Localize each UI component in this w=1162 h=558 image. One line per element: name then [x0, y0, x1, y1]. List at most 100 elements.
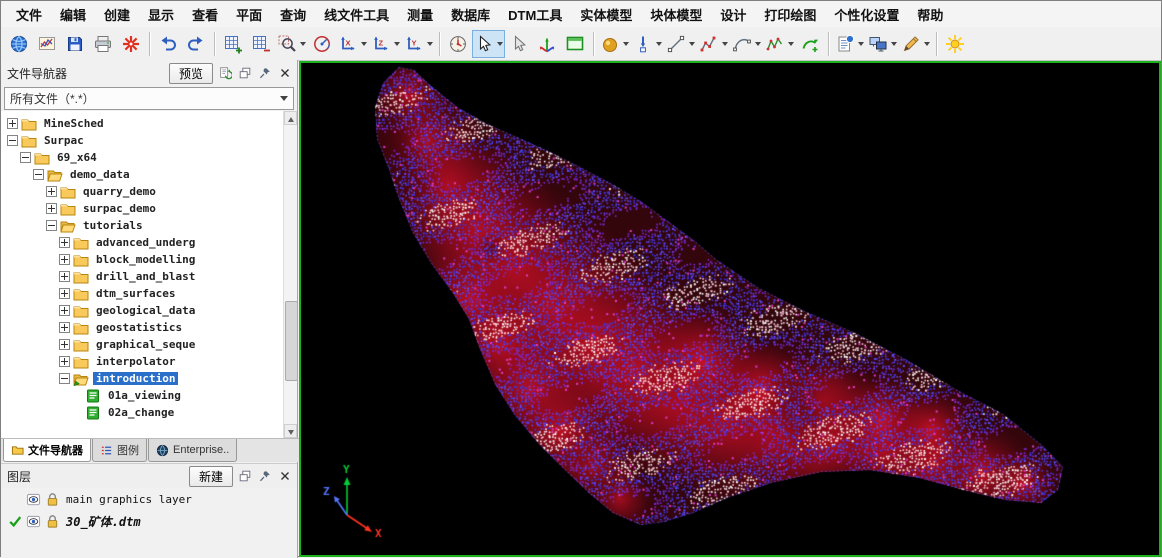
dropdown-arrow-icon[interactable]: [689, 42, 695, 46]
dropdown-arrow-icon[interactable]: [623, 42, 629, 46]
menu-item-database[interactable]: 数据库: [442, 1, 499, 28]
zoom-out-grid-button[interactable]: [247, 30, 275, 58]
dropdown-arrow-icon[interactable]: [891, 42, 897, 46]
zoom-magnifier-button[interactable]: [275, 30, 308, 58]
save-button[interactable]: [61, 30, 89, 58]
menu-item-create[interactable]: 创建: [95, 1, 139, 28]
menu-item-dtm-tools[interactable]: DTM工具: [499, 1, 571, 28]
visibility-eye-icon[interactable]: [26, 514, 41, 529]
collapse-icon[interactable]: [7, 135, 18, 146]
menu-item-block-model[interactable]: 块体模型: [641, 1, 711, 28]
pin-panel-icon[interactable]: [256, 65, 273, 82]
tree-item-surpac[interactable]: Surpac: [1, 132, 297, 149]
tree-item-block-modelling[interactable]: block_modelling: [1, 251, 297, 268]
rotate-view-button[interactable]: [308, 30, 336, 58]
zigzag-tool-button[interactable]: [763, 30, 796, 58]
ball-button[interactable]: [598, 30, 631, 58]
preview-button[interactable]: 预览: [169, 63, 213, 84]
tree-item-tutorials[interactable]: tutorials: [1, 217, 297, 234]
menu-item-inquire[interactable]: 查询: [271, 1, 315, 28]
tree-item-dtm-surfaces[interactable]: dtm_surfaces: [1, 285, 297, 302]
menu-item-plane[interactable]: 平面: [227, 1, 271, 28]
lock-icon[interactable]: [45, 514, 60, 529]
dropdown-arrow-icon[interactable]: [788, 42, 794, 46]
dropdown-arrow-icon[interactable]: [858, 42, 864, 46]
expand-icon[interactable]: [46, 203, 57, 214]
tree-scrollbar[interactable]: [283, 111, 297, 438]
redraw-star-button[interactable]: [117, 30, 145, 58]
menu-item-plotting[interactable]: 打印绘图: [755, 1, 825, 28]
tree-item-69-x64[interactable]: 69_x64: [1, 149, 297, 166]
dropdown-arrow-icon[interactable]: [722, 42, 728, 46]
model-canvas[interactable]: [301, 63, 1159, 555]
refresh-preview-icon[interactable]: [216, 65, 233, 82]
expand-icon[interactable]: [59, 322, 70, 333]
dropdown-arrow-icon[interactable]: [361, 42, 367, 46]
tree-item-surpac-demo[interactable]: surpac_demo: [1, 200, 297, 217]
menu-item-customise[interactable]: 个性化设置: [825, 1, 908, 28]
insert-point-button[interactable]: [796, 30, 824, 58]
menu-item-edit[interactable]: 编辑: [51, 1, 95, 28]
tree-item-minesched[interactable]: MineSched: [1, 115, 297, 132]
menu-item-solid-model[interactable]: 实体模型: [571, 1, 641, 28]
menu-item-file[interactable]: 文件: [7, 1, 51, 28]
expand-icon[interactable]: [59, 356, 70, 367]
select-cursor-button[interactable]: [472, 30, 505, 58]
redo-button[interactable]: [182, 30, 210, 58]
scroll-up-icon[interactable]: [284, 111, 297, 125]
menu-item-view[interactable]: 查看: [183, 1, 227, 28]
dropdown-arrow-icon[interactable]: [300, 42, 306, 46]
menu-item-display[interactable]: 显示: [139, 1, 183, 28]
layer-row[interactable]: 30_矿体.dtm: [1, 510, 297, 532]
expand-icon[interactable]: [59, 254, 70, 265]
line-tool-button[interactable]: [664, 30, 697, 58]
tree-item-graphical-seque[interactable]: graphical_seque: [1, 336, 297, 353]
dropdown-arrow-icon[interactable]: [427, 42, 433, 46]
visibility-eye-icon[interactable]: [26, 492, 41, 507]
tree-item-quarry-demo[interactable]: quarry_demo: [1, 183, 297, 200]
tab-enterprise[interactable]: Enterprise..: [148, 439, 237, 462]
tree-item-drill-and-blast[interactable]: drill_and_blast: [1, 268, 297, 285]
file-filter-combobox[interactable]: 所有文件（*.*）: [4, 87, 294, 110]
pin-panel-icon[interactable]: [256, 468, 273, 485]
tree-item-interpolator[interactable]: interpolator: [1, 353, 297, 370]
float-panel-icon[interactable]: [236, 468, 253, 485]
dropdown-arrow-icon[interactable]: [755, 42, 761, 46]
collapse-icon[interactable]: [46, 220, 57, 231]
tree-item-demo-data[interactable]: demo_data: [1, 166, 297, 183]
dropdown-arrow-icon[interactable]: [656, 42, 662, 46]
expand-icon[interactable]: [59, 237, 70, 248]
close-panel-icon[interactable]: [276, 468, 293, 485]
zoom-in-grid-button[interactable]: [219, 30, 247, 58]
collapse-icon[interactable]: [33, 169, 44, 180]
profile-chart-button[interactable]: [33, 30, 61, 58]
pencil-button[interactable]: [899, 30, 932, 58]
expand-icon[interactable]: [59, 339, 70, 350]
monitors-button[interactable]: [866, 30, 899, 58]
expand-icon[interactable]: [59, 305, 70, 316]
menu-item-design[interactable]: 设计: [711, 1, 755, 28]
tree-item-introduction[interactable]: introduction: [1, 370, 297, 387]
tab-file-navigator[interactable]: 文件导航器: [3, 439, 91, 462]
digitise-point-button[interactable]: [631, 30, 664, 58]
axes-3d-button[interactable]: [533, 30, 561, 58]
axis-y-button[interactable]: Y: [402, 30, 435, 58]
viewport-window-button[interactable]: [561, 30, 589, 58]
float-panel-icon[interactable]: [236, 65, 253, 82]
dropdown-arrow-icon[interactable]: [497, 42, 503, 46]
dropdown-arrow-icon[interactable]: [924, 42, 930, 46]
tab-legend[interactable]: 图例: [92, 439, 147, 462]
menu-item-help[interactable]: 帮助: [908, 1, 952, 28]
new-layer-button[interactable]: 新建: [189, 466, 233, 487]
axis-x-button[interactable]: X: [336, 30, 369, 58]
layer-checked-icon[interactable]: [7, 514, 22, 529]
print-button[interactable]: [89, 30, 117, 58]
pick-cursor-button[interactable]: [505, 30, 533, 58]
expand-icon[interactable]: [59, 288, 70, 299]
expand-icon[interactable]: [59, 271, 70, 282]
scrollbar-thumb[interactable]: [285, 301, 298, 381]
collapse-icon[interactable]: [59, 373, 70, 384]
3d-viewport[interactable]: [299, 61, 1161, 557]
layer-row[interactable]: main graphics layer: [1, 488, 297, 510]
compass-clock-button[interactable]: [444, 30, 472, 58]
